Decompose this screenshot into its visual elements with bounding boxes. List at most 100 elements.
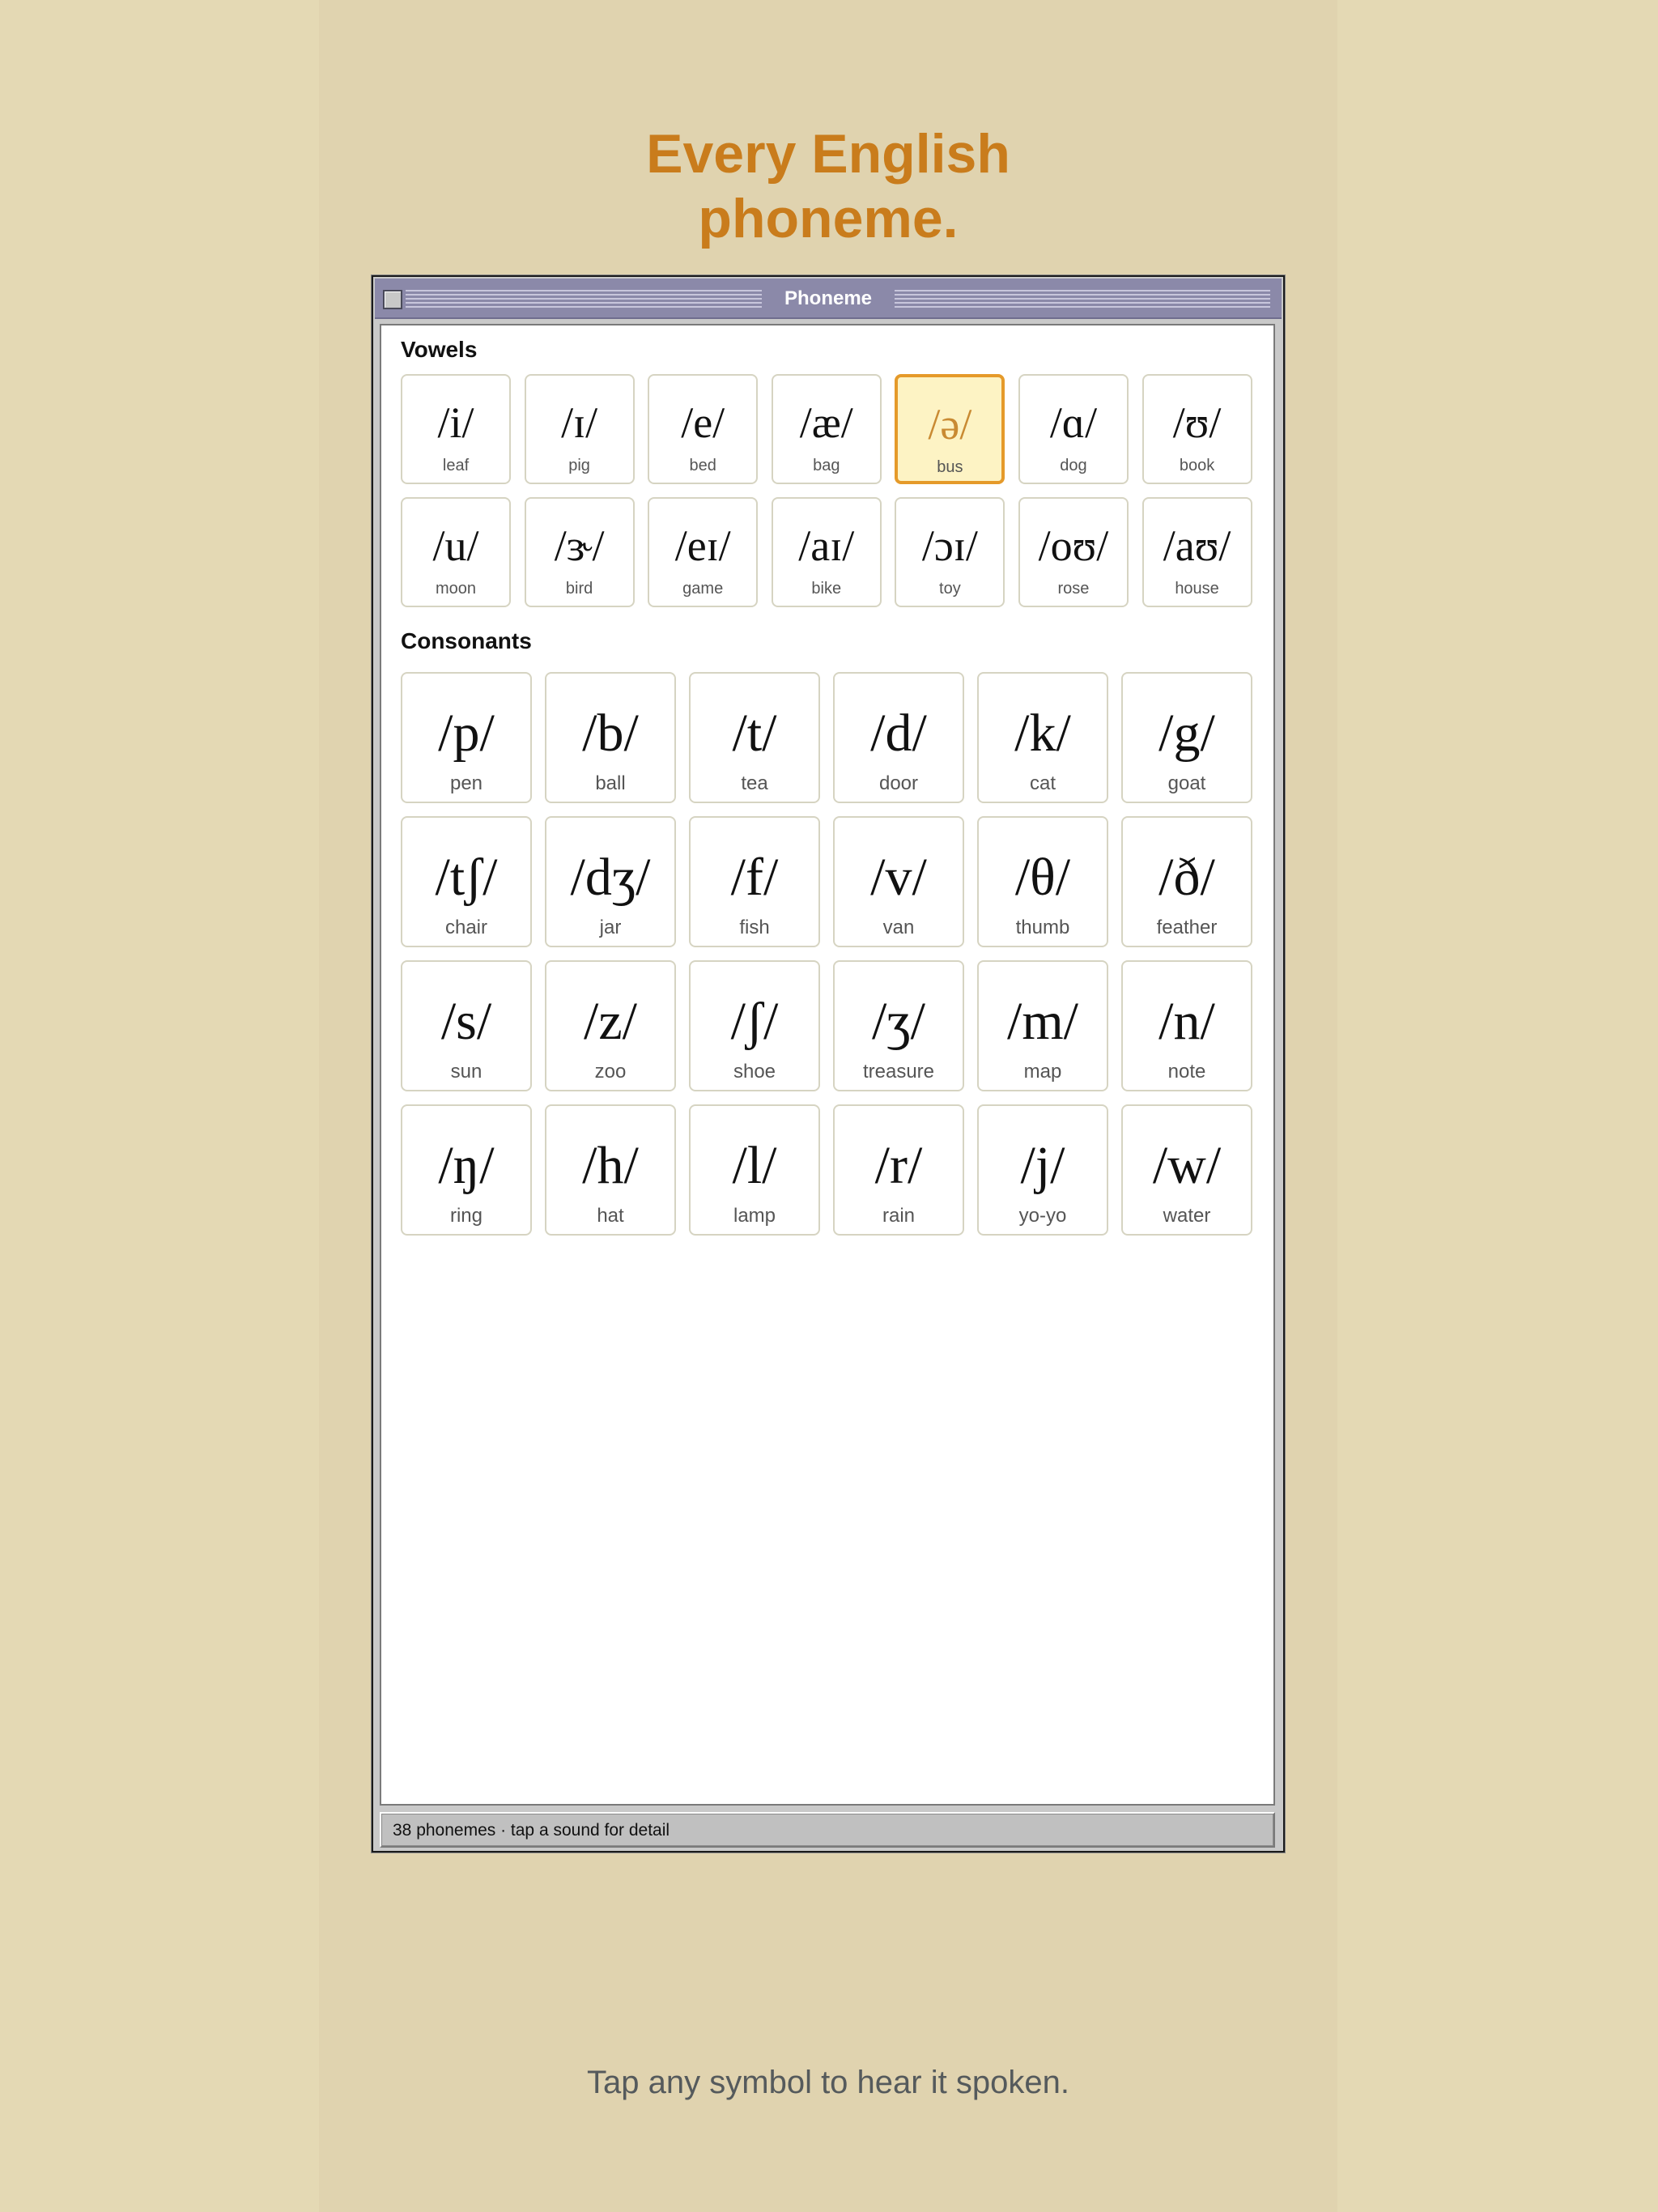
title-stripes-left — [406, 290, 762, 309]
vowel-tile[interactable]: /ə/bus — [895, 374, 1005, 484]
status-text: 38 phonemes · tap a sound for detail — [393, 1821, 670, 1840]
headline-line-1: Every English — [646, 123, 1010, 185]
vowel-example-word: house — [1175, 580, 1219, 598]
consonant-tile[interactable]: /b/ball — [545, 672, 676, 803]
consonant-tile[interactable]: /θ/thumb — [977, 816, 1108, 947]
consonant-example-word: hat — [597, 1205, 624, 1227]
consonant-symbol: /r/ — [874, 1136, 923, 1195]
vowel-symbol: /ʊ/ — [1172, 398, 1222, 447]
vowel-symbol: /e/ — [681, 398, 725, 447]
consonant-tile[interactable]: /h/hat — [545, 1104, 676, 1236]
consonant-tile[interactable]: /f/fish — [689, 816, 820, 947]
consonant-tile[interactable]: /r/rain — [833, 1104, 964, 1236]
consonant-tile[interactable]: /k/cat — [977, 672, 1108, 803]
consonant-symbol: /d/ — [870, 704, 927, 763]
consonant-example-word: yo-yo — [1018, 1205, 1067, 1227]
consonant-tile[interactable]: /m/map — [977, 960, 1108, 1091]
consonant-tile[interactable]: /z/zoo — [545, 960, 676, 1091]
consonant-example-word: note — [1167, 1061, 1206, 1083]
consonant-example-word: treasure — [862, 1061, 935, 1083]
consonant-tile[interactable]: /p/pen — [401, 672, 532, 803]
footer-hint: Tap any symbol to hear it spoken. — [587, 2065, 1069, 2100]
vowel-symbol: /ə/ — [928, 400, 972, 449]
consonant-grid: /p/pen/b/ball/t/tea/d/door/k/cat/g/goat /… — [401, 672, 1252, 1236]
consonant-symbol: /l/ — [732, 1136, 777, 1195]
consonant-tile[interactable]: /n/note — [1121, 960, 1252, 1091]
vowel-symbol: /ɔɪ/ — [921, 521, 978, 570]
consonant-tile[interactable]: /g/goat — [1121, 672, 1252, 803]
vowel-tile[interactable]: /æ/bag — [771, 374, 882, 484]
consonant-symbol: /ŋ/ — [438, 1136, 495, 1195]
vowel-tile[interactable]: /ɝ/bird — [524, 497, 635, 607]
consonants-heading: Consonants — [401, 628, 532, 653]
consonant-example-word: jar — [599, 917, 622, 938]
vowel-tile[interactable]: /ɑ/dog — [1018, 374, 1129, 484]
vowel-tile[interactable]: /oʊ/rose — [1018, 497, 1129, 607]
consonant-tile[interactable]: /s/sun — [401, 960, 532, 1091]
vowel-tile[interactable]: /eɪ/game — [648, 497, 759, 607]
vowel-example-word: book — [1179, 457, 1215, 474]
consonant-symbol: /b/ — [582, 704, 639, 763]
consonant-example-word: door — [878, 772, 919, 794]
consonant-symbol: /z/ — [584, 992, 637, 1051]
vowel-symbol: /ɪ/ — [561, 398, 598, 447]
vowel-symbol: /eɪ/ — [674, 521, 731, 570]
vowel-symbol: /æ/ — [799, 398, 853, 447]
consonant-example-word: thumb — [1015, 917, 1070, 938]
vowel-tile[interactable]: /e/bed — [648, 374, 759, 484]
consonant-symbol: /t/ — [732, 704, 777, 763]
consonant-symbol: /j/ — [1020, 1136, 1065, 1195]
consonant-tile[interactable]: /v/van — [833, 816, 964, 947]
vowel-tile[interactable]: /aʊ/house — [1141, 497, 1252, 607]
consonant-example-word: goat — [1167, 772, 1206, 794]
consonant-example-word: fish — [739, 917, 770, 938]
consonant-tile[interactable]: /ð/feather — [1121, 816, 1252, 947]
vowel-tile[interactable]: /ʊ/book — [1141, 374, 1252, 484]
consonant-example-word: ball — [595, 772, 626, 794]
consonant-tile[interactable]: /ʃ/shoe — [689, 960, 820, 1091]
vowel-example-word: leaf — [442, 457, 470, 474]
consonant-tile[interactable]: /d/door — [833, 672, 964, 803]
vowel-symbol: /aɪ/ — [798, 521, 855, 570]
close-box-icon[interactable] — [383, 290, 402, 309]
consonant-example-word: feather — [1156, 917, 1218, 938]
consonant-symbol: /s/ — [440, 992, 492, 1051]
consonant-tile[interactable]: /j/yo-yo — [977, 1104, 1108, 1236]
consonant-tile[interactable]: /dʒ/jar — [545, 816, 676, 947]
consonant-example-word: van — [882, 917, 915, 938]
title-stripes-right — [895, 290, 1270, 309]
consonant-tile[interactable]: /t/tea — [689, 672, 820, 803]
consonant-tile[interactable]: /ʒ/treasure — [833, 960, 964, 1091]
consonant-tile[interactable]: /tʃ/chair — [401, 816, 532, 947]
vowel-symbol: /ɑ/ — [1049, 398, 1098, 447]
window-title: Phoneme — [784, 287, 873, 309]
vowel-example-word: moon — [435, 580, 477, 598]
status-bar: 38 phonemes · tap a sound for detail — [380, 1812, 1275, 1848]
consonant-symbol: /v/ — [870, 848, 927, 907]
vowel-tile[interactable]: /i/leaf — [401, 374, 511, 484]
consonant-example-word: shoe — [733, 1061, 776, 1083]
vowel-example-word: bag — [813, 457, 840, 474]
vowel-tile[interactable]: /aɪ/bike — [771, 497, 882, 607]
vowel-symbol: /oʊ/ — [1038, 521, 1109, 570]
consonant-symbol: /ð/ — [1158, 848, 1215, 907]
consonant-symbol: /p/ — [438, 704, 495, 763]
consonant-tile[interactable]: /l/lamp — [689, 1104, 820, 1236]
consonant-symbol: /h/ — [582, 1136, 639, 1195]
consonant-tile[interactable]: /w/water — [1121, 1104, 1252, 1236]
vowel-tile[interactable]: /ɪ/pig — [524, 374, 635, 484]
consonant-example-word: chair — [444, 917, 488, 938]
consonant-example-word: lamp — [733, 1205, 776, 1227]
consonant-example-word: map — [1023, 1061, 1062, 1083]
vowel-symbol: /aʊ/ — [1163, 521, 1231, 570]
vowels-heading: Vowels — [401, 337, 478, 362]
vowel-tile[interactable]: /u/moon — [401, 497, 511, 607]
vowel-tile[interactable]: /ɔɪ/toy — [895, 497, 1005, 607]
consonant-example-word: rain — [882, 1205, 916, 1227]
vowel-symbol: /i/ — [437, 398, 474, 447]
consonant-example-word: zoo — [594, 1061, 627, 1083]
vowel-example-word: pig — [568, 457, 590, 474]
consonant-tile[interactable]: /ŋ/ring — [401, 1104, 532, 1236]
title-bar[interactable]: Phoneme — [375, 279, 1282, 319]
vowel-grid: /i/leaf/ɪ/pig/e/bed/æ/bag/ə/bus/ɑ/dog/ʊ/… — [401, 374, 1252, 607]
